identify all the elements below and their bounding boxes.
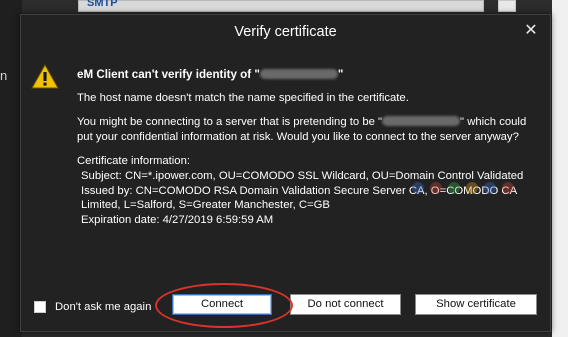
watermark-dot (466, 182, 478, 194)
message-heading: eM Client can't verify identity of " " (77, 68, 543, 83)
watermark-dot (412, 182, 424, 194)
background-app-text: n (0, 68, 8, 83)
watermark-dot (484, 182, 496, 194)
background-panel-label: SMTP (87, 0, 118, 9)
message-line-warning: You might be connecting to a server that… (77, 115, 543, 144)
redacted-host (382, 116, 461, 127)
dont-ask-again-label[interactable]: Don't ask me again (55, 301, 151, 313)
background-app-panel: SMTP (78, 0, 484, 12)
close-icon[interactable]: ✕ (522, 21, 540, 41)
dont-ask-again-option[interactable]: Don't ask me again (34, 299, 151, 315)
warning-text-prefix: You might be connecting to a server that… (77, 116, 383, 129)
warning-triangle-icon (31, 64, 59, 89)
show-certificate-button[interactable]: Show certificate (415, 294, 537, 315)
watermark-dot (502, 182, 514, 194)
screen: n SMTP Verify certificate ✕ eM Client ca… (0, 0, 568, 337)
connect-button[interactable]: Connect (172, 294, 272, 315)
background-app-right-edge (552, 0, 568, 337)
message-line-hostname: The host name doesn't match the name spe… (77, 91, 409, 104)
heading-text-suffix: " (337, 68, 344, 81)
cert-expiration: Expiration date: 4/27/2019 6:59:59 AM (81, 213, 274, 226)
watermark-dot (448, 182, 460, 194)
background-app-sidebar (0, 0, 22, 337)
redacted-host (259, 69, 338, 79)
dialog-message: eM Client can't verify identity of " " Th… (77, 68, 543, 227)
watermark-dot (430, 182, 442, 194)
verify-certificate-dialog: Verify certificate ✕ eM Client can't ver… (20, 14, 551, 332)
dont-ask-again-checkbox[interactable] (34, 301, 46, 313)
watermark-dots (412, 182, 532, 196)
background-scrollbar (498, 0, 516, 12)
heading-text-prefix: eM Client can't verify identity of " (77, 68, 260, 81)
do-not-connect-button[interactable]: Do not connect (290, 294, 401, 315)
dialog-title: Verify certificate (234, 24, 337, 40)
cert-info-header: Certificate information: (77, 155, 191, 168)
